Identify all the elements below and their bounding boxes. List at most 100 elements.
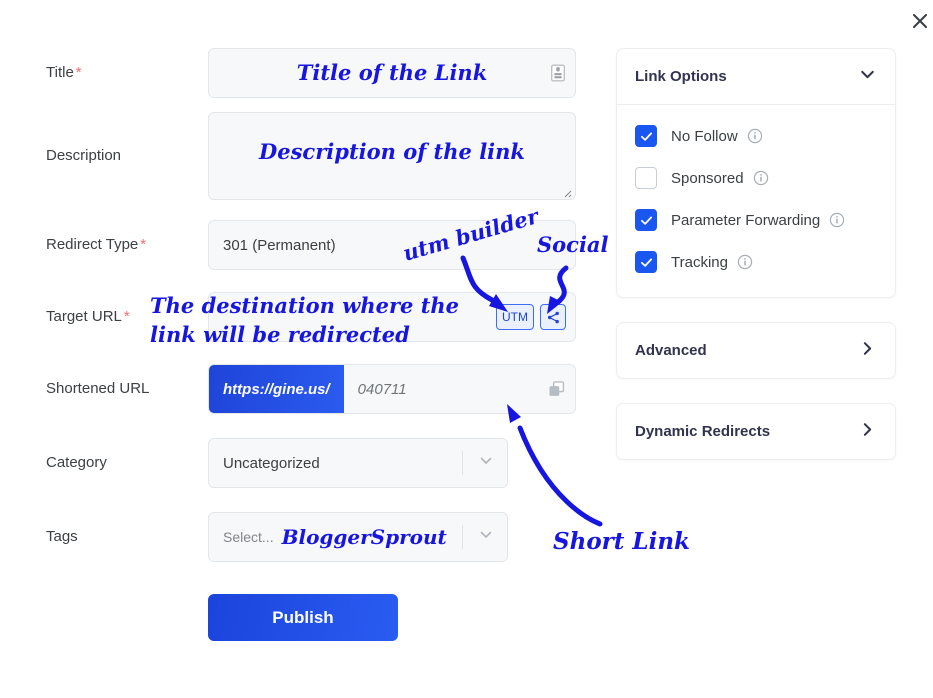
label-title: Title *: [46, 64, 208, 82]
close-icon-glyph: [912, 13, 928, 29]
side-panels: Link Options No Follow Sponsored Paramet…: [616, 48, 896, 484]
label-title-text: Title: [46, 64, 74, 81]
label-shortened-url-text: Shortened URL: [46, 380, 150, 397]
target-url-tools: UTM: [496, 304, 566, 330]
tags-placeholder: Select...: [223, 529, 274, 545]
advanced-panel: Advanced: [616, 322, 896, 379]
document-icon-glyph: [551, 64, 565, 82]
checkbox-row-tracking: Tracking: [635, 251, 877, 273]
checkbox-row-parameter-forwarding: Parameter Forwarding: [635, 209, 877, 231]
label-target-url: Target URL *: [46, 308, 208, 326]
select-divider: [462, 525, 463, 549]
redirect-type-value: 301 (Permanent): [223, 236, 336, 254]
info-icon[interactable]: [747, 128, 763, 144]
info-icon-glyph: [737, 254, 753, 270]
title-input[interactable]: Title of the Link: [208, 48, 576, 98]
form-row-shortened-url: Shortened URL https://gine.us/ 040711: [46, 364, 576, 414]
resize-handle-glyph: [564, 190, 572, 198]
info-icon-glyph: [747, 128, 762, 144]
share-icon-glyph: [547, 311, 559, 323]
label-description-text: Description: [46, 147, 122, 164]
chevron-right-icon[interactable]: [858, 420, 877, 444]
label-description: Description: [46, 147, 208, 165]
label-redirect-type-text: Redirect Type: [46, 236, 139, 253]
close-icon[interactable]: [903, 4, 933, 38]
utm-builder-button[interactable]: UTM: [496, 304, 534, 330]
check-icon: [640, 131, 652, 141]
label-shortened-url: Shortened URL: [46, 380, 208, 398]
chevron-right-icon[interactable]: [858, 339, 877, 363]
shortened-url-slug-input[interactable]: 040711: [344, 365, 575, 413]
label-category: Category: [46, 454, 208, 472]
copy-icon[interactable]: [548, 381, 565, 398]
link-options-panel: Link Options No Follow Sponsored Paramet…: [616, 48, 896, 298]
info-icon[interactable]: [753, 170, 769, 186]
shortened-url-domain-button[interactable]: https://gine.us/: [209, 365, 344, 413]
advanced-title: Advanced: [635, 342, 707, 359]
dynamic-redirects-title: Dynamic Redirects: [635, 423, 771, 440]
check-icon: [640, 257, 652, 267]
target-url-input[interactable]: UTM: [208, 292, 576, 342]
chevron-right-icon-glyph: [863, 341, 872, 355]
form-row-tags: Tags Select... BloggerSprout: [46, 512, 576, 562]
resize-handle[interactable]: [560, 185, 572, 198]
info-icon-glyph: [753, 170, 768, 186]
label-tags: Tags: [46, 528, 208, 546]
dynamic-redirects-panel: Dynamic Redirects: [616, 403, 896, 460]
checkbox-sponsored[interactable]: [635, 167, 657, 189]
checkbox-no-follow[interactable]: [635, 125, 657, 147]
copy-icon-glyph: [549, 381, 565, 396]
advanced-header[interactable]: Advanced: [617, 323, 895, 378]
info-icon-glyph: [830, 212, 845, 228]
info-icon[interactable]: [829, 212, 845, 228]
form-row-title: Title * Title of the Link: [46, 48, 576, 98]
link-options-body: No Follow Sponsored Parameter Forwarding…: [617, 105, 895, 297]
chevron-down-icon-glyph: [861, 70, 874, 78]
chevron-down-icon[interactable]: [478, 453, 494, 474]
description-input[interactable]: Description of the link: [208, 112, 576, 200]
checkbox-parameter-forwarding[interactable]: [635, 209, 657, 231]
check-icon: [640, 215, 652, 225]
checkbox-label-tracking: Tracking: [671, 253, 728, 271]
shortened-url-group: https://gine.us/ 040711: [208, 364, 576, 414]
dynamic-redirects-header[interactable]: Dynamic Redirects: [617, 404, 895, 459]
publish-button[interactable]: Publish: [208, 594, 398, 641]
form-row-redirect-type: Redirect Type * 301 (Permanent): [46, 220, 576, 270]
required-asterisk: *: [75, 64, 82, 81]
label-redirect-type: Redirect Type *: [46, 236, 208, 254]
label-category-text: Category: [46, 454, 107, 471]
label-target-url-text: Target URL: [46, 308, 122, 325]
tags-value: BloggerSprout: [281, 524, 447, 549]
tags-select[interactable]: Select... BloggerSprout: [208, 512, 508, 562]
form-row-description: Description Description of the link: [46, 112, 576, 200]
select-divider: [462, 451, 463, 475]
description-input-value: Description of the link: [259, 139, 525, 164]
link-editor-modal: Title * Title of the Link Description De…: [0, 0, 933, 698]
chevron-down-icon[interactable]: [858, 65, 877, 89]
redirect-type-select[interactable]: 301 (Permanent): [208, 220, 576, 270]
checkbox-label-sponsored: Sponsored: [671, 169, 744, 187]
form-row-category: Category Uncategorized: [46, 438, 576, 488]
checkbox-tracking[interactable]: [635, 251, 657, 273]
category-value: Uncategorized: [223, 454, 320, 472]
chevron-down-icon-glyph: [480, 531, 492, 538]
checkbox-row-sponsored: Sponsored: [635, 167, 877, 189]
required-asterisk: *: [140, 236, 147, 253]
required-asterisk: *: [123, 308, 130, 325]
label-tags-text: Tags: [46, 528, 78, 545]
link-form: Title * Title of the Link Description De…: [46, 48, 576, 641]
title-input-value: Title of the Link: [296, 59, 488, 85]
document-icon[interactable]: [551, 64, 565, 82]
chevron-right-icon-glyph: [863, 422, 872, 436]
info-icon[interactable]: [737, 254, 753, 270]
checkbox-label-parameter-forwarding: Parameter Forwarding: [671, 211, 821, 229]
checkbox-label-no-follow: No Follow: [671, 127, 738, 145]
share-icon[interactable]: [540, 304, 566, 330]
chevron-down-icon-glyph: [480, 457, 492, 464]
form-row-target-url: Target URL * UTM: [46, 292, 576, 342]
link-options-title: Link Options: [635, 68, 727, 85]
link-options-header[interactable]: Link Options: [617, 49, 895, 104]
category-select[interactable]: Uncategorized: [208, 438, 508, 488]
checkbox-row-no-follow: No Follow: [635, 125, 877, 147]
chevron-down-icon[interactable]: [478, 527, 494, 548]
